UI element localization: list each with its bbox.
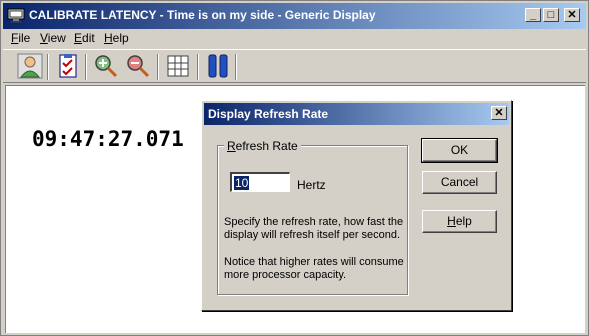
menu-file[interactable]: File xyxy=(11,31,30,45)
title-bar[interactable]: CALIBRATE LATENCY - Time is on my side -… xyxy=(3,3,586,29)
toolbar xyxy=(3,49,586,83)
description-text: Specify the refresh rate, how fast the d… xyxy=(224,216,404,241)
maximize-icon: □ xyxy=(547,9,555,21)
window-title: CALIBRATE LATENCY - Time is on my side -… xyxy=(29,8,376,22)
help-button[interactable]: Help xyxy=(422,210,497,233)
monitor-icon xyxy=(7,8,25,23)
pause-icon[interactable] xyxy=(205,53,231,79)
time-readout: 09:47:27.071 xyxy=(32,127,184,151)
menu-bar: File View Edit Help xyxy=(3,29,586,47)
close-button[interactable]: ✕ xyxy=(564,8,580,22)
toolbar-separator xyxy=(157,54,159,80)
toolbar-separator xyxy=(47,54,49,80)
grid-icon[interactable] xyxy=(165,53,191,79)
close-icon: ✕ xyxy=(567,9,577,21)
dialog-title: Display Refresh Rate xyxy=(208,107,329,121)
toolbar-separator xyxy=(197,54,199,80)
dialog-close-button[interactable]: ✕ xyxy=(491,106,507,120)
user-icon[interactable] xyxy=(17,53,43,79)
toolbar-separator xyxy=(235,54,237,80)
zoom-out-icon[interactable] xyxy=(125,53,151,79)
toolbar-separator xyxy=(85,54,87,80)
menu-help[interactable]: Help xyxy=(104,31,129,45)
menu-edit[interactable]: Edit xyxy=(74,31,95,45)
dialog-title-bar[interactable]: Display Refresh Rate ✕ xyxy=(204,103,509,125)
maximize-button[interactable]: □ xyxy=(543,8,559,22)
ok-button[interactable]: OK xyxy=(421,138,498,163)
menu-view[interactable]: View xyxy=(40,31,66,45)
minimize-button[interactable]: _ xyxy=(525,8,541,22)
unit-label: Hertz xyxy=(297,178,326,192)
close-icon: ✕ xyxy=(494,107,504,119)
refresh-rate-input[interactable]: 10 xyxy=(230,172,290,192)
refresh-rate-value: 10 xyxy=(234,176,250,190)
checklist-icon[interactable] xyxy=(55,53,81,79)
group-label: Refresh Rate xyxy=(224,139,301,153)
warning-text: Notice that higher rates will consume mo… xyxy=(224,256,404,281)
cancel-button[interactable]: Cancel xyxy=(422,171,497,194)
minimize-icon: _ xyxy=(529,9,537,21)
zoom-in-icon[interactable] xyxy=(93,53,119,79)
refresh-rate-dialog: Display Refresh Rate ✕ Refresh Rate 10 H… xyxy=(201,100,512,311)
